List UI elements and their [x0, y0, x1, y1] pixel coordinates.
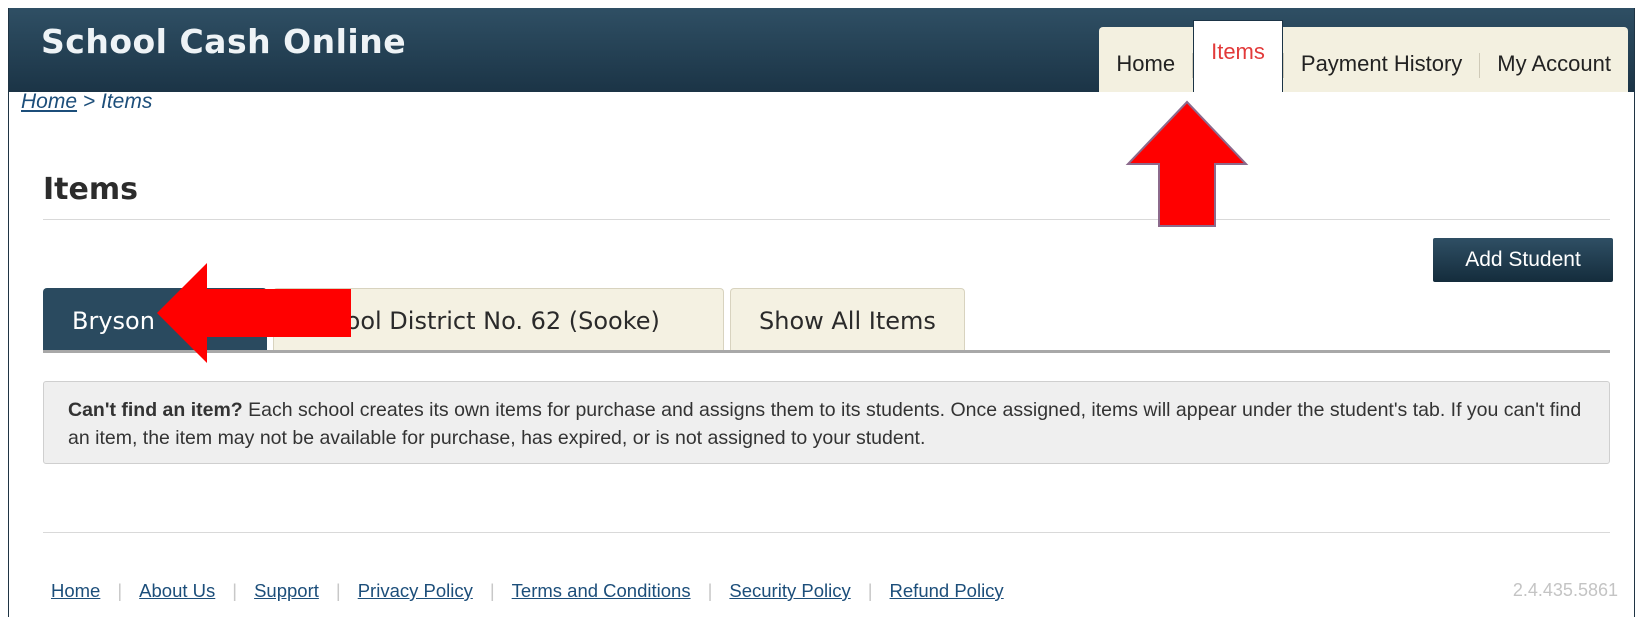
version-number: 2.4.435.5861	[1512, 580, 1618, 600]
nav-items[interactable]: Items	[1193, 20, 1283, 92]
footer-divider-glyph: |	[867, 580, 873, 601]
footer-link-refund-policy[interactable]: Refund Policy	[890, 580, 1004, 602]
notice-heading: Can't find an item?	[68, 399, 243, 421]
title-divider	[43, 219, 1610, 220]
nav-payment-history[interactable]: Payment History	[1284, 27, 1479, 92]
footer-link-home[interactable]: Home	[51, 580, 100, 602]
nav-home[interactable]: Home	[1099, 27, 1192, 92]
header-bar: School Cash Online Home Items Payment Hi…	[9, 8, 1634, 92]
breadcrumb-current: Items	[100, 90, 153, 113]
footer-link-terms[interactable]: Terms and Conditions	[512, 580, 691, 602]
footer-divider-glyph: |	[489, 580, 495, 601]
left-arrow-icon	[157, 263, 351, 363]
footer-divider	[43, 532, 1610, 533]
footer-divider-glyph: |	[117, 580, 123, 601]
footer-divider-glyph: |	[335, 580, 341, 601]
notice-body: Each school creates its own items for pu…	[68, 399, 1582, 449]
brand-logo[interactable]: School Cash Online	[41, 22, 406, 61]
tab-show-all-items[interactable]: Show All Items	[730, 288, 965, 352]
footer-link-support[interactable]: Support	[254, 580, 319, 602]
footer-link-about-us[interactable]: About Us	[139, 580, 215, 602]
add-student-button[interactable]: Add Student	[1433, 238, 1613, 282]
nav-my-account[interactable]: My Account	[1480, 27, 1628, 92]
footer-divider-glyph: |	[232, 580, 238, 601]
page-title: Items	[43, 172, 138, 207]
breadcrumb-home-link[interactable]: Home	[21, 90, 77, 113]
top-navigation: Home Items Payment History My Account	[1099, 20, 1628, 92]
footer-links: Home | About Us | Support | Privacy Poli…	[51, 580, 1004, 602]
notice-box: Can't find an item? Each school creates …	[43, 381, 1610, 464]
breadcrumb-separator: >	[82, 90, 96, 113]
footer-divider-glyph: |	[707, 580, 713, 601]
footer-link-privacy-policy[interactable]: Privacy Policy	[358, 580, 473, 602]
breadcrumb: Home > Items	[21, 90, 152, 114]
up-arrow-icon	[1125, 100, 1249, 227]
footer-link-security-policy[interactable]: Security Policy	[729, 580, 850, 602]
